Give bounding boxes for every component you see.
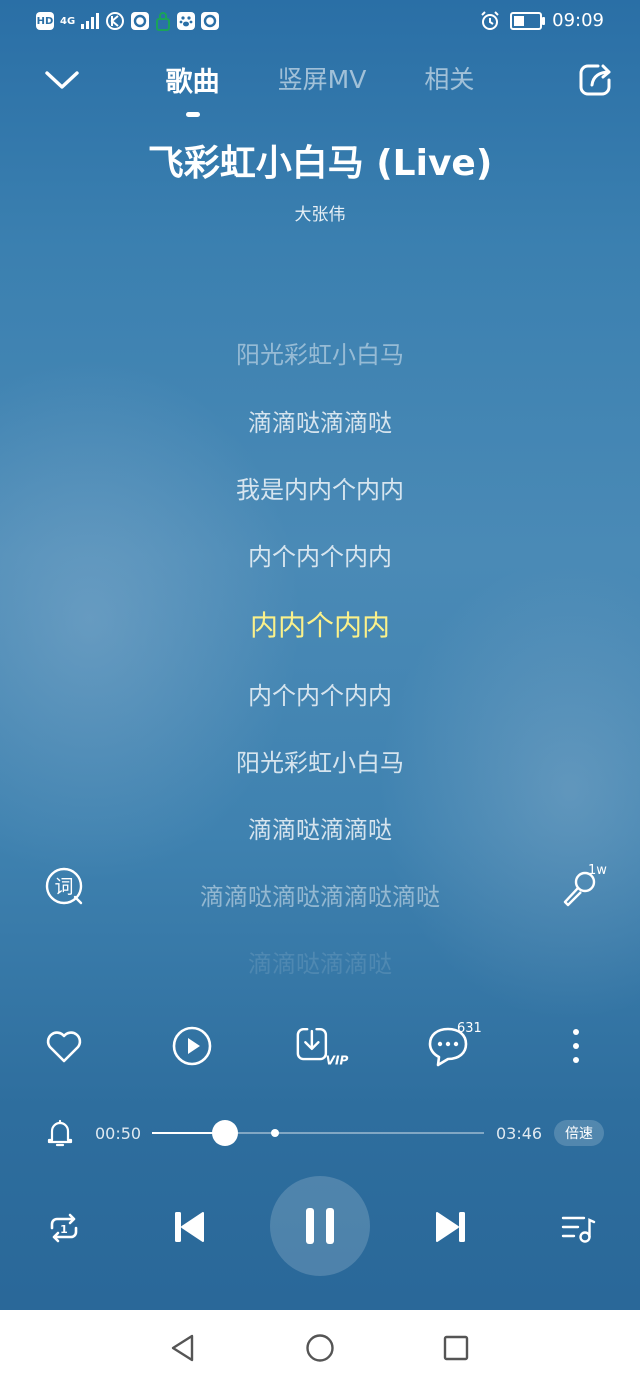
playlist-icon [561, 1216, 596, 1243]
home-button[interactable] [300, 1328, 340, 1368]
lyric-line: 滴滴哒滴滴哒 [248, 816, 392, 844]
status-bar: HD 4G 09:09 [0, 0, 640, 44]
tab-song[interactable]: 歌曲 [166, 60, 220, 99]
repeat-one-icon: 1 [50, 1213, 78, 1243]
app-k-icon [106, 12, 125, 30]
song-artist[interactable]: 大张伟 [0, 200, 640, 225]
highlight-marker [270, 1129, 279, 1137]
recents-square-icon [443, 1335, 469, 1361]
lyric-line: 我是内内个内内 [236, 476, 404, 504]
player-header: 歌曲 竖屏MV 相关 [0, 56, 640, 112]
mv-play-button[interactable] [164, 1018, 220, 1074]
heart-icon [46, 1031, 82, 1063]
lyric-line: 滴滴哒滴哒滴滴哒滴哒 [200, 883, 440, 911]
lyric-line: 滴滴哒滴滴哒 [248, 409, 392, 437]
video-play-icon [172, 1026, 212, 1066]
current-lyric-line: 内内个内内 [249, 609, 390, 642]
lyrics-mode-button[interactable]: 词 [40, 862, 88, 910]
clock: 09:09 [552, 10, 604, 31]
bell-icon [47, 1119, 73, 1147]
lyric-line: 内个内个内内 [248, 543, 392, 571]
back-triangle-icon [171, 1334, 194, 1362]
battery-icon [510, 11, 546, 30]
svg-text:1: 1 [60, 1223, 68, 1236]
share-button[interactable] [576, 60, 616, 100]
progress-knob[interactable] [212, 1120, 239, 1146]
system-nav-bar [0, 1310, 640, 1386]
status-left: HD 4G [36, 11, 220, 31]
comment-count-badge: 631 [457, 1021, 482, 1036]
lyrics-word-icon: 词 [45, 867, 83, 905]
player-screen: HD 4G 09:09 歌曲 竖屏MV 相关 飞彩虹小白马 (Live) 大张伟… [0, 0, 640, 1310]
svg-text:词: 词 [54, 876, 73, 898]
lyric-line: 滴滴哒滴滴哒 [248, 950, 392, 978]
recents-button[interactable] [436, 1328, 476, 1368]
lyric-line: 内个内个内内 [248, 682, 392, 710]
vip-label: VIP [326, 1054, 349, 1068]
lyric-line: 阳光彩虹小白马 [236, 749, 404, 777]
download-button[interactable]: VIP [296, 1018, 352, 1074]
karaoke-count-badge: 1w [588, 863, 607, 878]
back-button[interactable] [163, 1328, 203, 1368]
next-button[interactable] [428, 1204, 474, 1250]
more-button[interactable] [548, 1018, 604, 1074]
sleep-timer-button[interactable] [40, 1110, 80, 1156]
progress-slider[interactable] [152, 1120, 484, 1146]
app-notification-icon [201, 12, 220, 30]
total-time: 03:46 [496, 1124, 543, 1143]
tab-related[interactable]: 相关 [424, 60, 474, 99]
playback-speed-button[interactable]: 倍速 [554, 1120, 604, 1146]
elapsed-time: 00:50 [95, 1124, 142, 1143]
playback-controls: 1 [0, 1176, 640, 1276]
app-notification-icon [131, 12, 150, 30]
skip-previous-icon [175, 1212, 204, 1242]
action-bar: VIP [0, 1018, 640, 1074]
progress-row: 00:50 03:46 倍速 [0, 1110, 640, 1156]
status-right: 09:09 [480, 10, 604, 31]
download-vip-icon: VIP [296, 1027, 349, 1068]
baidu-paw-icon [177, 12, 196, 30]
previous-button[interactable] [166, 1204, 212, 1250]
alarm-icon [481, 10, 499, 30]
hd-icon: HD [36, 12, 54, 30]
network-label: 4G [60, 15, 76, 27]
repeat-mode-button[interactable]: 1 [42, 1206, 86, 1250]
pause-button[interactable] [270, 1176, 370, 1276]
share-icon [579, 64, 611, 96]
song-title: 飞彩虹小白马 (Live) [147, 143, 493, 184]
lyric-line: 阳光彩虹小白马 [236, 341, 404, 369]
signal-icon [81, 13, 100, 29]
tab-vertical-mv[interactable]: 竖屏MV [278, 60, 367, 99]
like-button[interactable] [36, 1018, 92, 1074]
tab-bar: 歌曲 竖屏MV 相关 [0, 60, 640, 99]
skip-next-icon [436, 1212, 465, 1242]
home-circle-icon [306, 1334, 334, 1362]
lock-app-icon [156, 12, 171, 31]
more-vertical-icon [573, 1029, 579, 1063]
pause-icon [306, 1208, 334, 1244]
playlist-button[interactable] [556, 1206, 600, 1250]
